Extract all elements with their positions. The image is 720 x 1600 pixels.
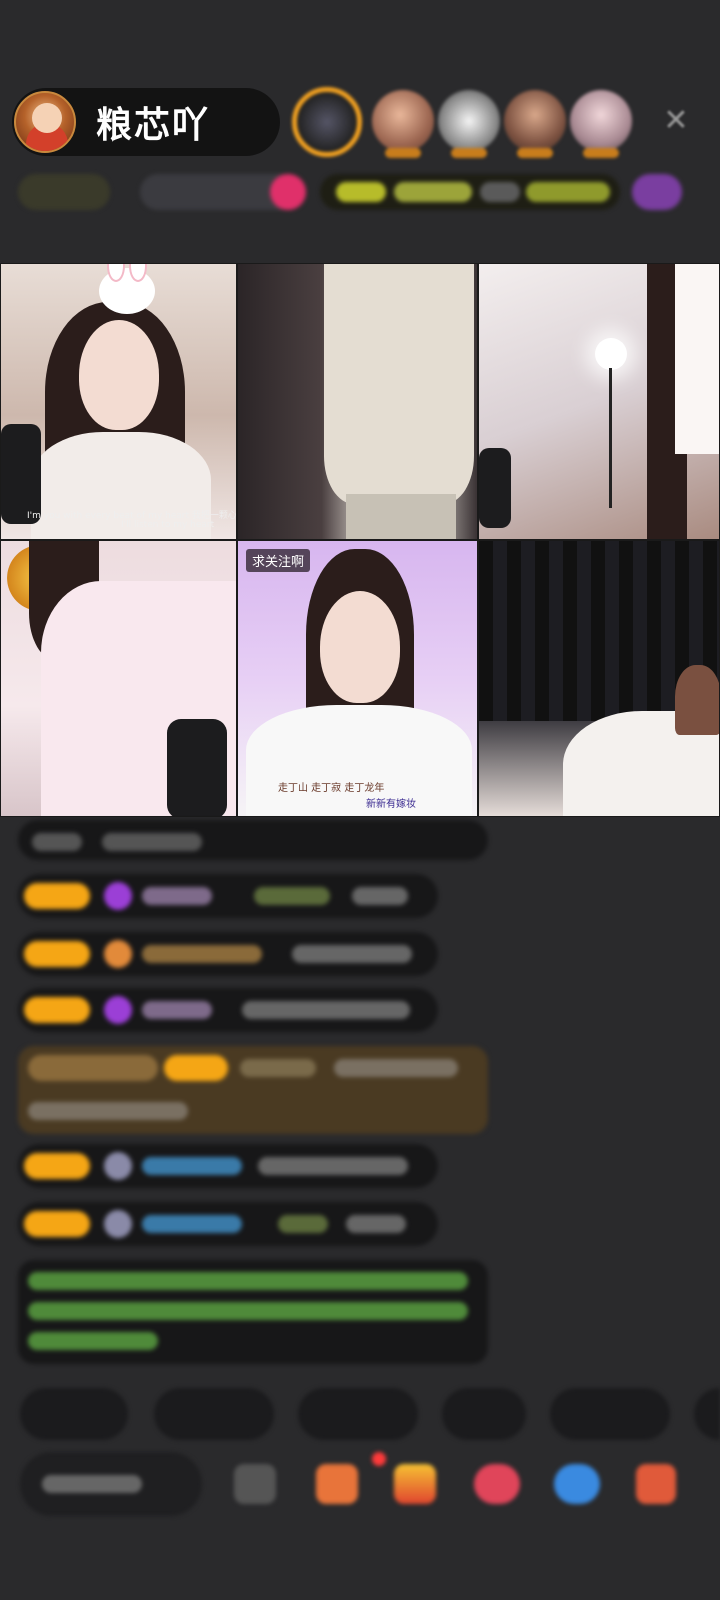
chat-message xyxy=(18,932,438,976)
quick-reply-chip[interactable] xyxy=(550,1388,670,1440)
bunny-ears-icon xyxy=(99,264,155,314)
gift-icon[interactable] xyxy=(316,1464,358,1504)
game-icon[interactable] xyxy=(474,1464,520,1504)
lyrics-caption: I'll listen to my heart xyxy=(121,520,215,530)
chat-message xyxy=(18,1144,438,1188)
chat-message xyxy=(18,820,488,860)
host-info-pill[interactable]: 粮芯吖 xyxy=(12,88,280,156)
guest-video-tile[interactable] xyxy=(478,263,720,540)
shirt-caption: 新新有嫁妆 xyxy=(366,799,416,810)
chat-message xyxy=(18,874,438,918)
chat-message xyxy=(18,1202,438,1246)
guest-video-tile[interactable] xyxy=(0,540,237,817)
close-button[interactable]: ✕ xyxy=(660,102,692,138)
banner-chip xyxy=(394,182,472,202)
close-icon: ✕ xyxy=(663,102,689,138)
system-notice xyxy=(18,1260,488,1364)
chat-message xyxy=(18,988,438,1032)
quick-reply-chip[interactable] xyxy=(298,1388,418,1440)
banner-chip xyxy=(480,182,520,202)
chat-message-highlight xyxy=(18,1046,488,1134)
viewer-avatar[interactable] xyxy=(504,90,566,158)
viewer-avatar[interactable] xyxy=(372,90,434,158)
guest-video-tile[interactable] xyxy=(237,263,478,540)
ring-light-icon xyxy=(595,338,627,370)
emoji-icon[interactable] xyxy=(234,1464,276,1504)
more-badge[interactable] xyxy=(632,174,682,210)
notification-dot xyxy=(372,1452,386,1466)
more-apps-icon[interactable] xyxy=(636,1464,676,1504)
viewer-avatar[interactable] xyxy=(438,90,500,158)
quick-reply-chip[interactable] xyxy=(442,1388,526,1440)
quick-reply-chip[interactable] xyxy=(154,1388,274,1440)
banner-chip xyxy=(336,182,386,202)
banner-chip xyxy=(526,182,610,202)
chat-room-icon[interactable] xyxy=(554,1464,600,1504)
treasure-icon[interactable] xyxy=(394,1464,436,1504)
viewer-avatar[interactable] xyxy=(292,87,362,157)
follow-badge[interactable] xyxy=(270,174,306,210)
rank-badge[interactable] xyxy=(18,174,110,210)
guest-video-tile[interactable]: 求关注啊 走丁山 走丁寂 走丁龙年 新新有嫁妆 xyxy=(237,540,478,817)
host-name: 粮芯吖 xyxy=(96,105,211,146)
guest-video-tile[interactable]: I'm you with every beat of my heart 我把一颗… xyxy=(0,263,237,540)
multi-guest-video-grid: I'm you with every beat of my heart 我把一颗… xyxy=(0,263,720,817)
viewer-avatar[interactable] xyxy=(570,90,632,158)
host-avatar[interactable] xyxy=(14,91,76,153)
quick-reply-chip[interactable] xyxy=(20,1388,128,1440)
follow-request-tag: 求关注啊 xyxy=(246,549,311,572)
shirt-caption: 走丁山 走丁寂 走丁龙年 xyxy=(278,783,385,794)
quick-reply-chip[interactable] xyxy=(694,1388,720,1440)
chat-input[interactable] xyxy=(20,1452,202,1516)
guest-video-tile[interactable] xyxy=(478,540,720,817)
